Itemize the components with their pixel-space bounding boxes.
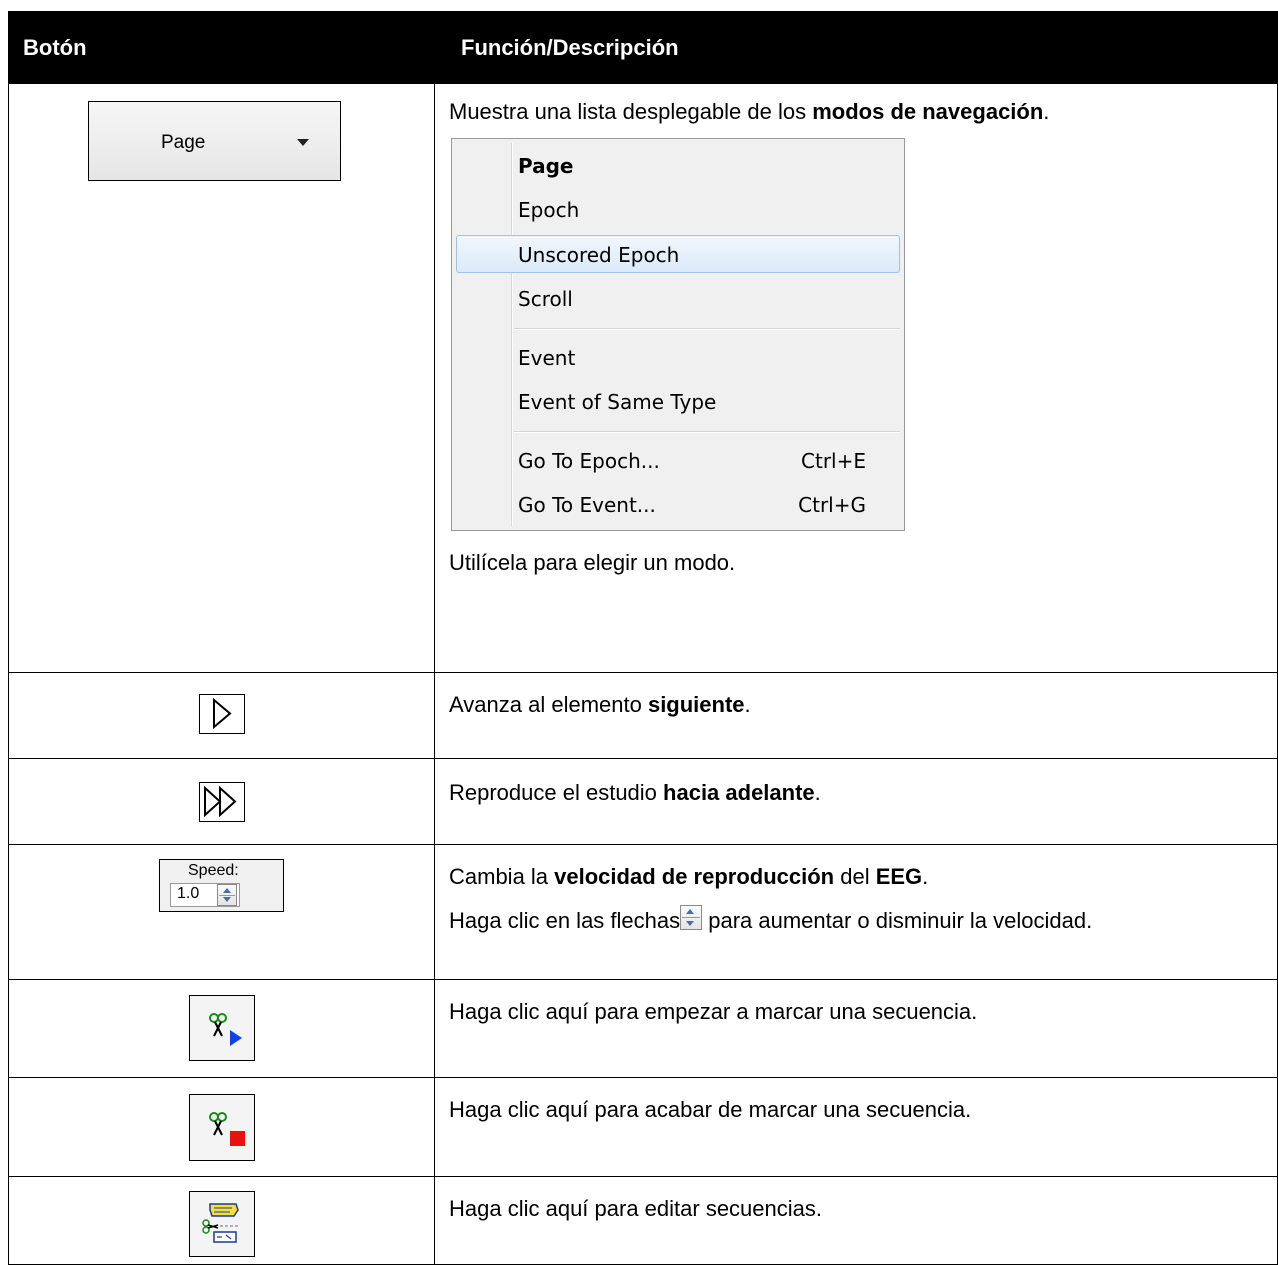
menu-shortcut-go-to-epoch: Ctrl+E [801,449,866,473]
step-forward-button[interactable] [198,694,245,734]
table-row-seq-stop: Haga clic aquí para acabar de marcar una… [8,1077,1278,1177]
table-row-speed: Speed: 1.0 Cambia la velocidad de reprod… [8,844,1278,980]
nav-mode-description: Muestra una lista desplegable de los mod… [449,99,1050,124]
table-row-next: Avanza al elemento siguiente. [8,672,1278,759]
description-cell: Haga clic aquí para acabar de marcar una… [434,1077,1278,1177]
speed-instruction: Haga clic en las flechas para aumentar o… [449,905,1209,934]
button-cell [8,1077,435,1177]
edit-sequences-button[interactable] [188,1191,255,1257]
navigation-mode-dropdown[interactable]: Page [88,101,341,181]
speed-value: 1.0 [177,885,200,902]
menu-separator [514,328,900,330]
play-forward-icon [204,785,237,818]
menu-item-event-same-type[interactable]: Event of Same Type [518,389,716,416]
menu-item-event[interactable]: Event [518,345,575,372]
button-cell [8,758,435,845]
table-row-play: Reproduce el estudio hacia adelante. [8,758,1278,845]
menu-item-go-to-event[interactable]: Go To Event... [518,492,656,519]
description-cell: Haga clic aquí para editar secuencias. [434,1176,1278,1265]
header-button-column: Botón [8,11,435,84]
button-cell: Page [8,83,435,673]
menu-item-unscored-epoch[interactable]: Unscored Epoch [518,242,679,269]
menu-gutter [511,143,513,526]
scissors-play-icon [209,1013,242,1046]
edit-sequences-icon [202,1203,239,1243]
play-forward-button[interactable] [198,782,245,822]
nav-mode-instruction: Utilícela para elegir un modo. [449,550,736,575]
button-reference-table: Botón Función/Descripción Page Muestra u… [8,11,1278,1265]
step-forward-icon [213,697,232,730]
button-cell [8,1176,435,1265]
chevron-down-icon [297,139,309,146]
description-cell: Muestra una lista desplegable de los mod… [434,83,1278,673]
description-cell: Haga clic aquí para empezar a marcar una… [434,979,1278,1078]
start-sequence-button[interactable] [188,995,255,1061]
speed-spinner[interactable] [217,884,237,906]
description-cell: Avanza al elemento siguiente. [434,672,1278,759]
description-cell: Cambia la velocidad de reproducción del … [434,844,1278,980]
navigation-mode-label: Page [161,132,206,153]
button-cell [8,979,435,1078]
menu-shortcut-go-to-event: Ctrl+G [798,493,866,517]
speed-control: Speed: 1.0 [159,859,284,912]
header-description-column: Función/Descripción [434,11,1278,84]
navigation-mode-menu: Page Epoch Unscored Epoch Scroll Event E… [451,138,905,531]
menu-item-epoch[interactable]: Epoch [518,197,579,224]
menu-item-page[interactable]: Page [518,153,574,180]
speed-description: Cambia la velocidad de reproducción del … [449,864,929,889]
table-row-seq-start: Haga clic aquí para empezar a marcar una… [8,979,1278,1078]
table-header-row: Botón Función/Descripción [8,11,1278,84]
button-cell [8,672,435,759]
spinner-arrows-icon [680,905,703,930]
scissors-stop-icon [209,1112,245,1146]
speed-input[interactable]: 1.0 [170,883,240,907]
table-row-seq-edit: Haga clic aquí para editar secuencias. [8,1176,1278,1265]
arrow-down-icon [223,897,231,902]
arrow-up-icon [223,888,231,893]
menu-item-go-to-epoch[interactable]: Go To Epoch... [518,448,660,475]
table-row-nav-mode: Page Muestra una lista desplegable de lo… [8,83,1278,673]
menu-item-scroll[interactable]: Scroll [518,286,573,313]
description-cell: Reproduce el estudio hacia adelante. [434,758,1278,845]
stop-sequence-button[interactable] [188,1094,255,1161]
speed-label: Speed: [188,862,239,879]
menu-separator [514,431,900,433]
button-cell: Speed: 1.0 [8,844,435,980]
